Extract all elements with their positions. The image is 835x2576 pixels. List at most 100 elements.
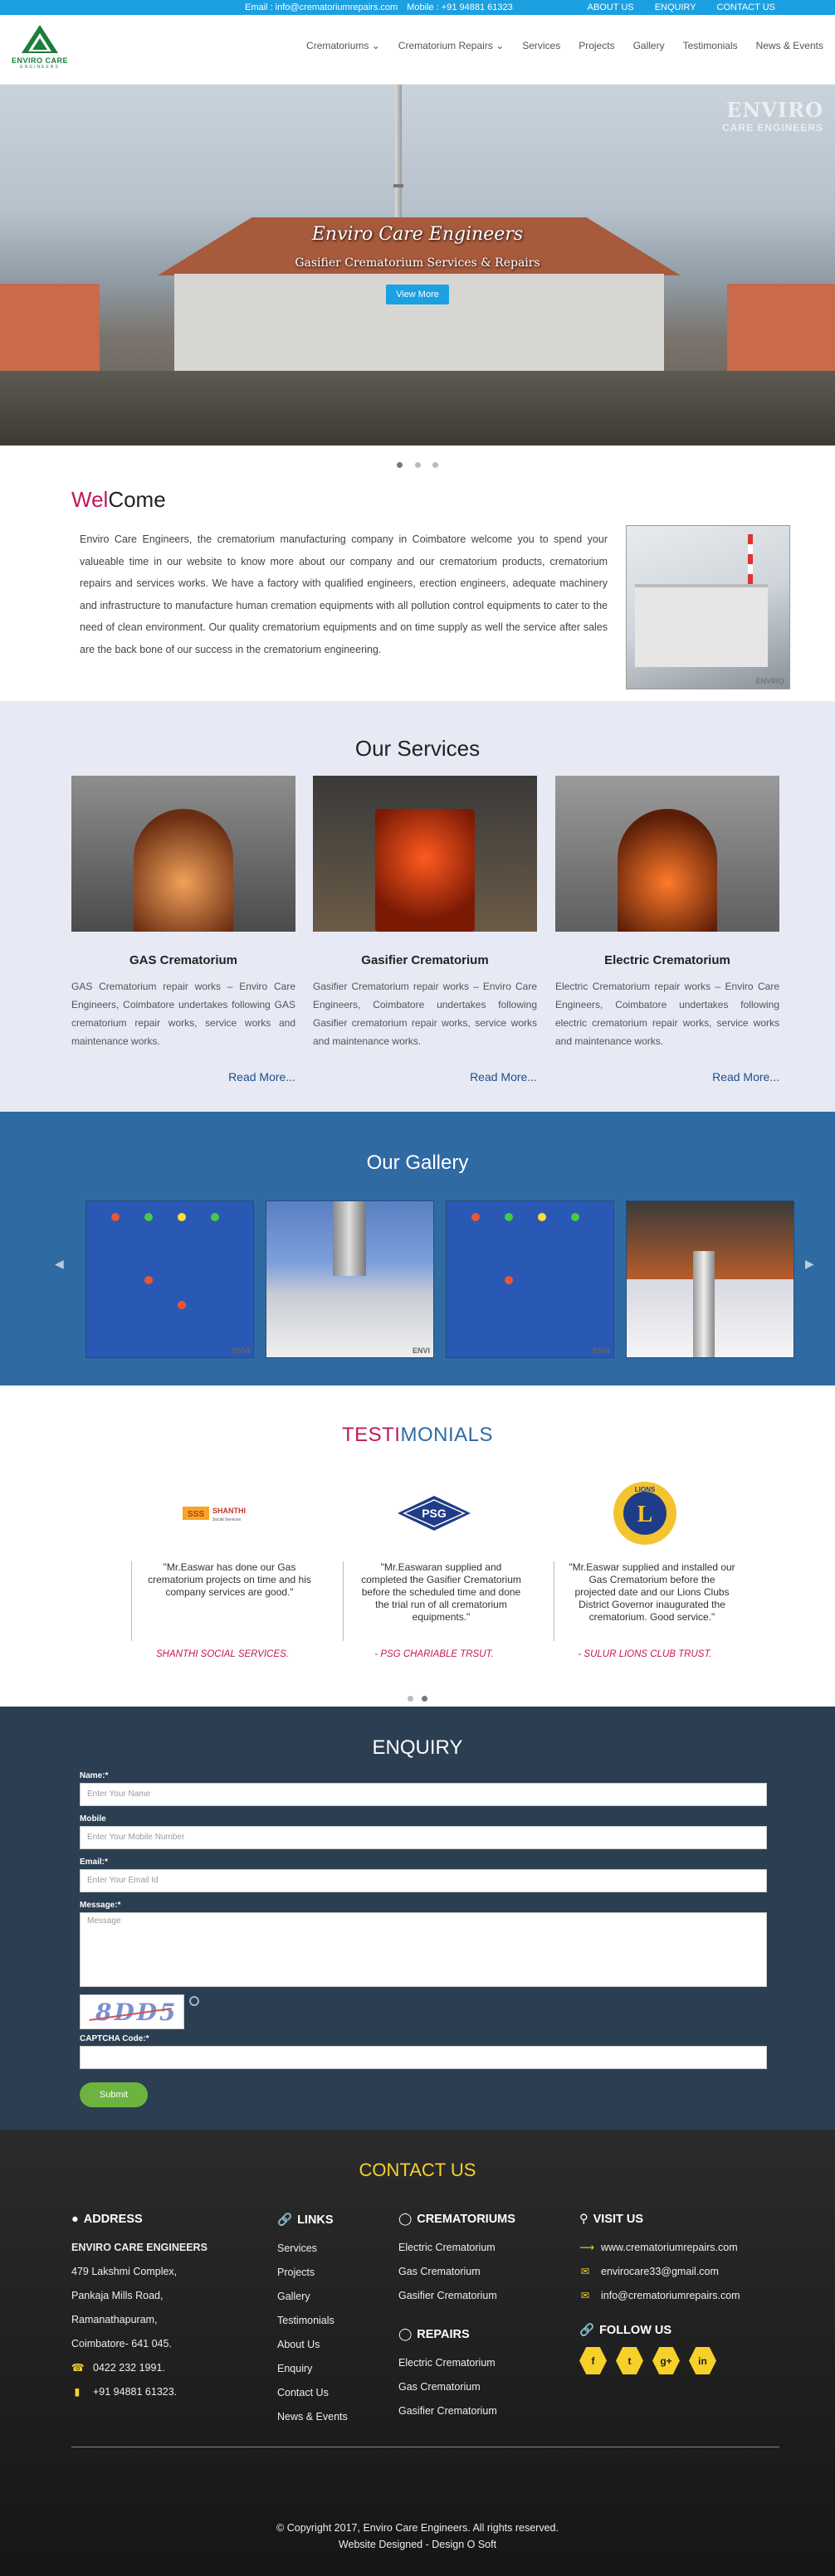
visit-email-2[interactable]: ✉ info@crematoriumrepairs.com	[579, 2284, 779, 2308]
email-input[interactable]: Enter Your Email Id	[80, 1869, 767, 1892]
welcome-title: WelCome	[71, 487, 166, 513]
gallery-image-4[interactable]	[626, 1200, 794, 1358]
footer-crematorium-gas[interactable]: Gas Crematorium	[398, 2260, 564, 2284]
hero-caption: Enviro Care Engineers Gasifier Crematori…	[0, 224, 835, 304]
service-read-more-gas[interactable]: Read More...	[228, 1070, 295, 1083]
facebook-icon[interactable]: f	[579, 2347, 607, 2374]
footer-crematorium-electric[interactable]: Electric Crematorium	[398, 2236, 564, 2260]
footer-designed-by[interactable]: Website Designed - Design O Soft	[0, 2536, 835, 2553]
crematoriums-heading: ◯ CREMATORIUMS	[398, 2213, 564, 2226]
top-bar: Email : info@crematoriumrepairs.com Mobi…	[0, 0, 835, 15]
topbar-mobile: Mobile : +91 94881 61323	[407, 2, 513, 12]
welcome-photo-watermark: ENVIRO	[755, 677, 784, 685]
twitter-icon[interactable]: t	[616, 2347, 643, 2374]
testimonial-dot-1[interactable]	[407, 1696, 413, 1702]
phone-icon: ☎	[71, 2362, 85, 2374]
testimonials-section: TESTIMONIALS SSS SHANTHI Social Services…	[0, 1385, 835, 1707]
psg-logo: PSG	[343, 1477, 525, 1550]
address-heading: ● ADDRESS	[71, 2213, 262, 2226]
circle-icon: ◯	[398, 2213, 413, 2226]
footer-repair-electric[interactable]: Electric Crematorium	[398, 2351, 564, 2375]
footer-link-contact[interactable]: Contact Us	[277, 2381, 393, 2405]
google-plus-icon[interactable]: g+	[652, 2347, 680, 2374]
svg-text:L: L	[637, 1502, 653, 1527]
gallery-prev-arrow-icon[interactable]: ◀	[55, 1257, 64, 1271]
visit-heading: ⚲ VISIT US	[579, 2213, 779, 2226]
nav-projects[interactable]: Projects	[579, 40, 614, 51]
footer-link-enquiry[interactable]: Enquiry	[277, 2357, 393, 2381]
service-title-gasifier: Gasifier Crematorium	[361, 953, 489, 967]
welcome-photo-building	[635, 584, 768, 667]
svg-text:SSS: SSS	[188, 1510, 204, 1519]
topbar-link-about[interactable]: ABOUT US	[588, 2, 634, 12]
services-section: Our Services GAS Crematorium GAS Cremato…	[0, 701, 835, 1112]
hero-slider: ENVIRO CARE ENGINEERS Enviro Care Engine…	[0, 85, 835, 446]
panel-light	[571, 1213, 579, 1221]
address-phone-text: 0422 232 1991.	[93, 2362, 165, 2374]
linkedin-icon[interactable]: in	[689, 2347, 716, 2374]
hero-dot-3[interactable]	[432, 462, 438, 468]
gallery-image-2[interactable]: ENVI	[266, 1200, 434, 1358]
footer-link-gallery[interactable]: Gallery	[277, 2285, 393, 2309]
service-image-gasifier-door	[375, 809, 475, 932]
panel-light	[505, 1213, 513, 1221]
footer-link-about[interactable]: About Us	[277, 2333, 393, 2357]
nav-crematoriums[interactable]: Crematoriums ⌄	[306, 40, 380, 51]
hero-dot-1[interactable]	[397, 462, 403, 468]
hero-pagination	[0, 446, 835, 477]
address-line-1: 479 Lakshmi Complex,	[71, 2266, 178, 2277]
site-logo[interactable]: ENVIRO CARE ENGINEERS	[10, 23, 70, 75]
footer-link-testimonials[interactable]: Testimonials	[277, 2309, 393, 2333]
testimonial-quote-shanthi: "Mr.Easwar has done our Gas crematorium …	[131, 1561, 314, 1641]
service-image-electric[interactable]	[555, 776, 779, 932]
address-line-4: Coimbatore- 641 045.	[71, 2338, 172, 2350]
welcome-photo: ENVIRO	[626, 525, 790, 689]
footer-address-column: ● ADDRESS ENVIRO CARE ENGINEERS 479 Laksh…	[71, 2213, 262, 2404]
testimonials-title-red: TESTI	[341, 1424, 401, 1446]
visit-email-1[interactable]: ✉ envirocare33@gmail.com	[579, 2260, 779, 2284]
nav-crematorium-repairs[interactable]: Crematorium Repairs ⌄	[398, 40, 504, 51]
service-text-electric: Electric Crematorium repair works – Envi…	[555, 981, 779, 1047]
footer-visit-column: ⚲ VISIT US ⟶ www.crematoriumrepairs.com ✉ e…	[579, 2213, 779, 2374]
nav-news-events[interactable]: News & Events	[756, 40, 823, 51]
visit-website[interactable]: ⟶ www.crematoriumrepairs.com	[579, 2236, 779, 2260]
gallery-image-3[interactable]: ENVI	[446, 1200, 614, 1358]
gallery-image-1[interactable]: ENVI	[85, 1200, 254, 1358]
submit-button[interactable]: Submit	[80, 2082, 148, 2107]
footer-repair-gasifier[interactable]: Gasifier Crematorium	[398, 2399, 564, 2423]
service-image-gas[interactable]	[71, 776, 295, 932]
hero-ground	[0, 371, 835, 446]
hero-dot-2[interactable]	[414, 462, 421, 468]
topbar-email[interactable]: Email : info@crematoriumrepairs.com	[245, 2, 398, 12]
footer-repair-gas[interactable]: Gas Crematorium	[398, 2375, 564, 2399]
search-icon: ⚲	[579, 2213, 588, 2226]
service-text-gasifier: Gasifier Crematorium repair works – Envi…	[313, 981, 537, 1047]
nav-services[interactable]: Services	[522, 40, 560, 51]
welcome-title-rest: Come	[108, 487, 166, 512]
nav-gallery[interactable]: Gallery	[633, 40, 665, 51]
hero-view-more-button[interactable]: View More	[386, 285, 449, 304]
name-input[interactable]: Enter Your Name	[80, 1783, 767, 1806]
nav-testimonials[interactable]: Testimonials	[683, 40, 738, 51]
gallery-next-arrow-icon[interactable]: ▶	[805, 1257, 814, 1271]
footer-link-news[interactable]: News & Events	[277, 2405, 393, 2429]
message-textarea[interactable]: Message	[80, 1912, 767, 1987]
service-read-more-gasifier[interactable]: Read More...	[470, 1070, 537, 1083]
footer-link-projects[interactable]: Projects	[277, 2261, 393, 2285]
map-marker-icon: ●	[71, 2213, 79, 2226]
service-image-gasifier[interactable]	[313, 776, 537, 932]
topbar-link-contact[interactable]: CONTACT US	[717, 2, 776, 12]
captcha-input[interactable]	[80, 2046, 767, 2069]
circle-icon: ◯	[398, 2328, 413, 2341]
topbar-link-enquiry[interactable]: ENQUIRY	[655, 2, 696, 12]
footer-link-services[interactable]: Services	[277, 2237, 393, 2261]
service-read-more-electric[interactable]: Read More...	[712, 1070, 779, 1083]
testimonial-author-psg: - PSG CHARIABLE TRSUT.	[374, 1649, 494, 1659]
testimonial-dot-2[interactable]	[422, 1696, 428, 1702]
captcha-refresh-icon[interactable]	[189, 1996, 199, 2006]
address-company: ENVIRO CARE ENGINEERS	[71, 2242, 208, 2253]
footer-crematorium-gasifier[interactable]: Gasifier Crematorium	[398, 2284, 564, 2308]
mobile-input[interactable]: Enter Your Mobile Number	[80, 1826, 767, 1849]
visit-website-text: www.crematoriumrepairs.com	[601, 2242, 738, 2253]
site-footer: CONTACT US ● ADDRESS ENVIRO CARE ENGINEER…	[0, 2130, 835, 2576]
